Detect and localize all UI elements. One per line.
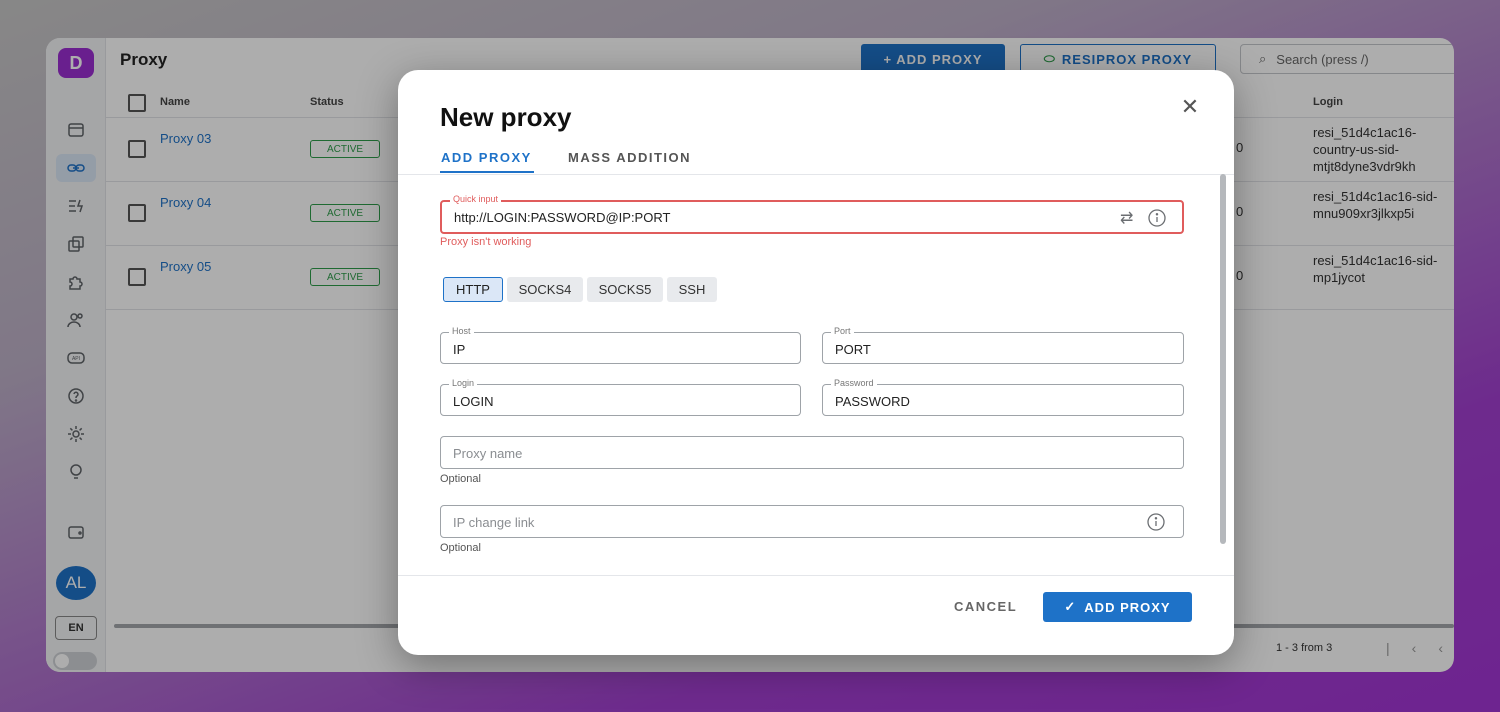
quick-input-error: Proxy isn't working xyxy=(440,236,532,248)
login-field[interactable]: Login LOGIN xyxy=(440,378,801,416)
ip-change-link-helper: Optional xyxy=(440,542,481,554)
check-icon: ✓ xyxy=(1064,599,1077,614)
submit-add-proxy-button[interactable]: ✓ ADD PROXY xyxy=(1043,592,1192,622)
tabs-divider xyxy=(398,174,1234,175)
swap-icon[interactable]: ⇄ xyxy=(1120,208,1133,228)
active-tab-indicator xyxy=(440,171,534,173)
password-field[interactable]: Password PASSWORD xyxy=(822,378,1184,416)
submit-label: ADD PROXY xyxy=(1084,599,1171,615)
close-icon[interactable]: ✕ xyxy=(1180,94,1200,120)
tab-mass-addition[interactable]: MASS ADDITION xyxy=(568,150,691,165)
port-value: PORT xyxy=(835,342,871,357)
cancel-button[interactable]: CANCEL xyxy=(954,599,1017,614)
ip-change-link-field[interactable]: IP change link xyxy=(440,505,1184,538)
footer-divider xyxy=(398,575,1234,576)
host-label: Host xyxy=(449,326,474,336)
password-label: Password xyxy=(831,378,877,388)
type-socks5-button[interactable]: SOCKS5 xyxy=(587,277,663,302)
quick-input-label: Quick input xyxy=(450,194,502,204)
quick-input-field[interactable]: Quick input http://LOGIN:PASSWORD@IP:POR… xyxy=(440,194,1184,234)
info-icon[interactable] xyxy=(1146,512,1166,532)
login-label: Login xyxy=(449,378,478,388)
quick-input-value: http://LOGIN:PASSWORD@IP:PORT xyxy=(454,210,671,225)
password-value: PASSWORD xyxy=(835,394,910,409)
host-field[interactable]: Host IP xyxy=(440,326,801,364)
dialog-scrollbar[interactable] xyxy=(1220,174,1226,544)
host-value: IP xyxy=(453,342,466,357)
dialog-title: New proxy xyxy=(440,102,572,132)
port-field[interactable]: Port PORT xyxy=(822,326,1184,364)
proxy-name-helper: Optional xyxy=(440,473,481,485)
type-ssh-button[interactable]: SSH xyxy=(667,277,717,302)
proxy-name-placeholder: Proxy name xyxy=(453,446,523,461)
login-value: LOGIN xyxy=(453,394,494,409)
ip-change-link-placeholder: IP change link xyxy=(453,515,535,530)
tab-add-proxy[interactable]: ADD PROXY xyxy=(441,150,532,165)
new-proxy-dialog: New proxy ✕ ADD PROXY MASS ADDITION Quic… xyxy=(398,70,1234,655)
info-icon[interactable] xyxy=(1147,208,1167,228)
type-http-button[interactable]: HTTP xyxy=(443,277,503,302)
port-label: Port xyxy=(831,326,854,336)
proxy-name-field[interactable]: Proxy name xyxy=(440,436,1184,469)
type-socks4-button[interactable]: SOCKS4 xyxy=(507,277,583,302)
